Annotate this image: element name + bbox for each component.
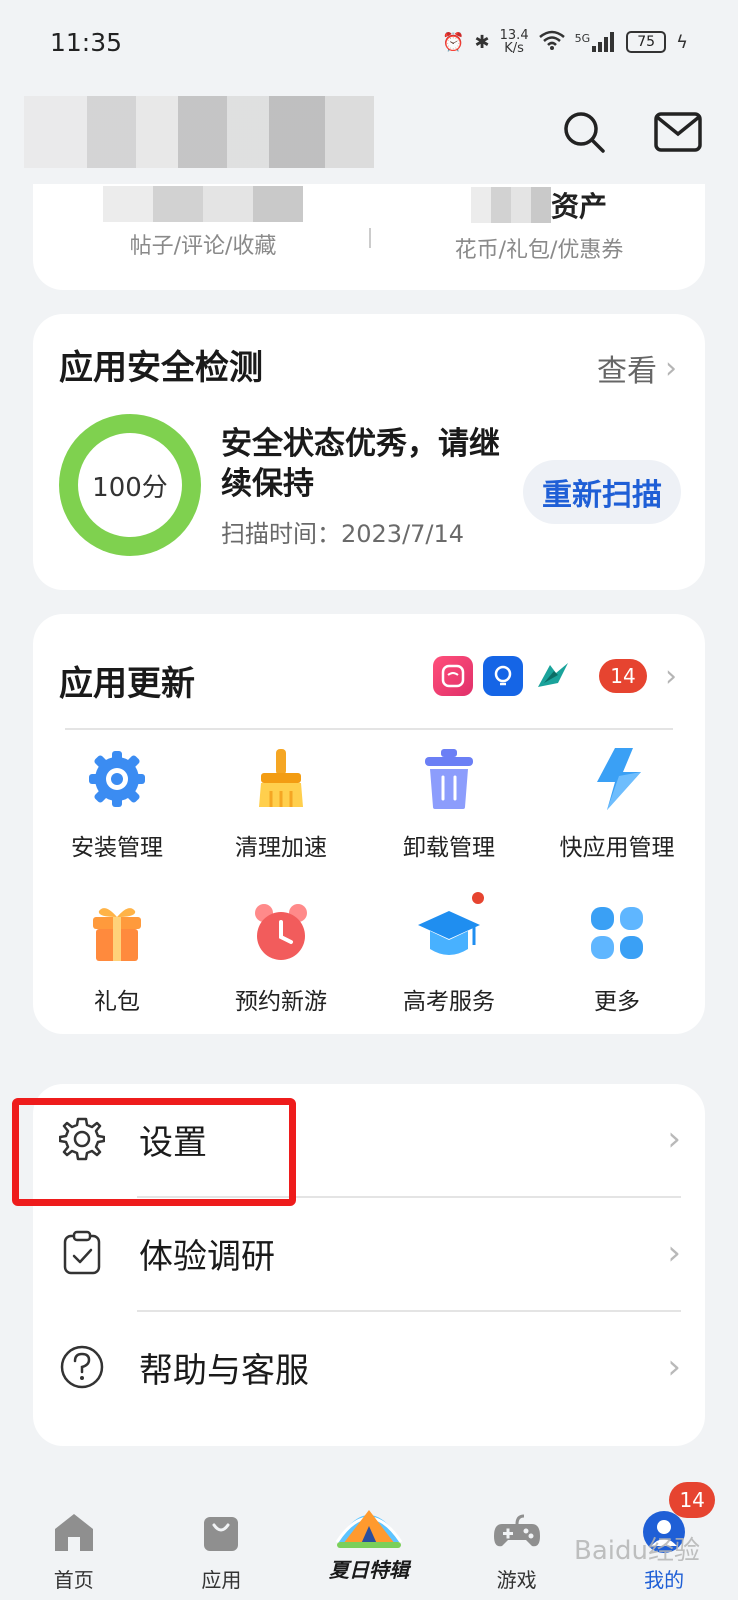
shopping-bag-icon xyxy=(193,1504,249,1560)
gear-icon xyxy=(57,1114,107,1164)
nav-mine-label: 我的 xyxy=(644,1568,685,1592)
status-icons: ⏰ ✱ 13.4 K/s 5G 75 ϟ xyxy=(442,29,688,55)
gift-pack[interactable]: 礼包 xyxy=(33,898,201,1016)
summer-tent-icon xyxy=(331,1496,407,1552)
nav-summer-special[interactable]: 夏日特辑 xyxy=(304,1490,434,1600)
lightbulb-app-icon xyxy=(483,656,523,696)
app-update-card: 应用更新 14 › 安装管理 清理加速 卸载管理 快应用管理 礼包 预约新游 高… xyxy=(33,614,705,1034)
reserve-new-games[interactable]: 预约新游 xyxy=(197,898,365,1016)
security-message: 安全状态优秀，请继续保持 xyxy=(221,426,500,502)
chevron-right-icon: › xyxy=(667,1347,681,1387)
nav-summer-label: 夏日特辑 xyxy=(328,1558,409,1582)
search-icon[interactable] xyxy=(556,104,612,160)
security-score-ring: 100分 xyxy=(59,414,201,556)
settings-label: 设置 xyxy=(139,1122,207,1163)
bottom-navigation: 首页 应用 夏日特辑 游戏 我的 14 xyxy=(0,1482,738,1600)
nav-home[interactable]: 首页 xyxy=(9,1490,139,1600)
stat-divider xyxy=(369,228,371,248)
security-check-card: 应用安全检测 查看 › 100分 安全状态优秀，请继续保持 扫描时间：2023/… xyxy=(33,314,705,590)
alarm-icon: ⏰ xyxy=(442,31,465,53)
scan-time: 扫描时间：2023/7/14 xyxy=(221,520,465,548)
bluetooth-icon: ✱ xyxy=(474,31,490,53)
gift-pack-label: 礼包 xyxy=(94,989,140,1015)
nav-home-label: 首页 xyxy=(53,1568,94,1592)
chevron-right-icon: › xyxy=(665,350,677,386)
status-time: 11:35 xyxy=(50,27,123,57)
install-manager-label: 安装管理 xyxy=(71,835,163,861)
quick-app-manager[interactable]: 快应用管理 xyxy=(533,744,701,862)
help-support-label: 帮助与客服 xyxy=(139,1350,309,1391)
app-icon-pink xyxy=(433,656,473,696)
blurred-stat-value xyxy=(470,187,551,223)
quick-app-manager-label: 快应用管理 xyxy=(559,835,675,861)
trash-icon xyxy=(414,744,484,814)
mail-icon[interactable] xyxy=(650,104,706,160)
more-grid-icon xyxy=(582,898,652,968)
help-support-row[interactable]: 帮助与客服 › xyxy=(33,1312,705,1422)
battery-indicator: 75 xyxy=(626,31,667,53)
more-services[interactable]: 更多 xyxy=(533,898,701,1016)
posts-stat[interactable]: 帖子/评论/收藏 xyxy=(53,184,353,260)
nav-games[interactable]: 游戏 xyxy=(452,1490,582,1600)
security-score: 100分 xyxy=(78,433,182,537)
home-icon xyxy=(46,1504,102,1560)
uninstall-manager[interactable]: 卸载管理 xyxy=(365,744,533,862)
more-services-label: 更多 xyxy=(594,989,640,1015)
gaokao-service-label: 高考服务 xyxy=(403,989,495,1015)
uninstall-manager-label: 卸载管理 xyxy=(403,835,495,861)
nav-apps[interactable]: 应用 xyxy=(156,1490,286,1600)
security-title: 应用安全检测 xyxy=(59,348,263,388)
cleanup-speedup-label: 清理加速 xyxy=(235,835,327,861)
lightning-icon xyxy=(582,744,652,814)
profile-stats-card: 帖子/评论/收藏 资产 花币/礼包/优惠券 xyxy=(33,184,705,290)
gamepad-icon xyxy=(489,1504,545,1560)
charging-icon: ϟ xyxy=(676,31,688,53)
update-divider xyxy=(65,728,673,730)
chevron-right-icon: › xyxy=(667,1119,681,1159)
assets-stat-label: 花币/礼包/优惠券 xyxy=(454,238,624,263)
update-count-badge: 14 xyxy=(599,659,647,693)
mine-notification-badge: 14 xyxy=(669,1482,716,1518)
gaokao-service[interactable]: 高考服务 xyxy=(365,892,533,1016)
alarm-clock-icon xyxy=(246,898,316,968)
nav-apps-label: 应用 xyxy=(201,1568,242,1592)
assets-stat-title: 资产 xyxy=(550,190,607,223)
graduation-cap-icon xyxy=(414,892,484,968)
survey-row[interactable]: 体验调研 › xyxy=(33,1198,705,1308)
nav-mine[interactable]: 我的 14 xyxy=(599,1482,729,1600)
blurred-stat-value xyxy=(103,186,303,222)
chevron-right-icon: › xyxy=(665,658,677,694)
app-update-title[interactable]: 应用更新 xyxy=(59,656,195,705)
signal-icon: 5G xyxy=(575,32,617,52)
posts-stat-label: 帖子/评论/收藏 xyxy=(129,234,277,259)
reserve-new-games-label: 预约新游 xyxy=(235,989,327,1015)
update-app-list[interactable]: 14 › xyxy=(433,656,677,696)
cleanup-speedup[interactable]: 清理加速 xyxy=(197,744,365,862)
chevron-right-icon: › xyxy=(667,1233,681,1273)
help-question-icon xyxy=(57,1342,107,1392)
profile-header xyxy=(0,84,738,184)
new-indicator-dot xyxy=(472,892,484,904)
assets-stat[interactable]: 资产 花币/礼包/优惠券 xyxy=(389,184,689,264)
broom-icon xyxy=(246,744,316,814)
wifi-icon xyxy=(538,30,565,55)
security-view-link[interactable]: 查看 › xyxy=(597,346,677,390)
blurred-username xyxy=(24,96,374,168)
gift-icon xyxy=(82,898,152,968)
survey-label: 体验调研 xyxy=(139,1236,275,1277)
airline-app-icon xyxy=(533,656,573,696)
install-manager[interactable]: 安装管理 xyxy=(33,744,201,862)
rescan-button[interactable]: 重新扫描 xyxy=(523,460,681,524)
network-speed: 13.4 K/s xyxy=(499,28,529,56)
nav-games-label: 游戏 xyxy=(496,1568,537,1592)
settings-row[interactable]: 设置 › xyxy=(33,1084,705,1194)
status-bar: 11:35 ⏰ ✱ 13.4 K/s 5G 75 ϟ xyxy=(0,0,738,84)
clipboard-check-icon xyxy=(57,1228,107,1278)
settings-menu-card: 设置 › 体验调研 › 帮助与客服 › xyxy=(33,1084,705,1446)
install-gear-icon xyxy=(82,744,152,814)
